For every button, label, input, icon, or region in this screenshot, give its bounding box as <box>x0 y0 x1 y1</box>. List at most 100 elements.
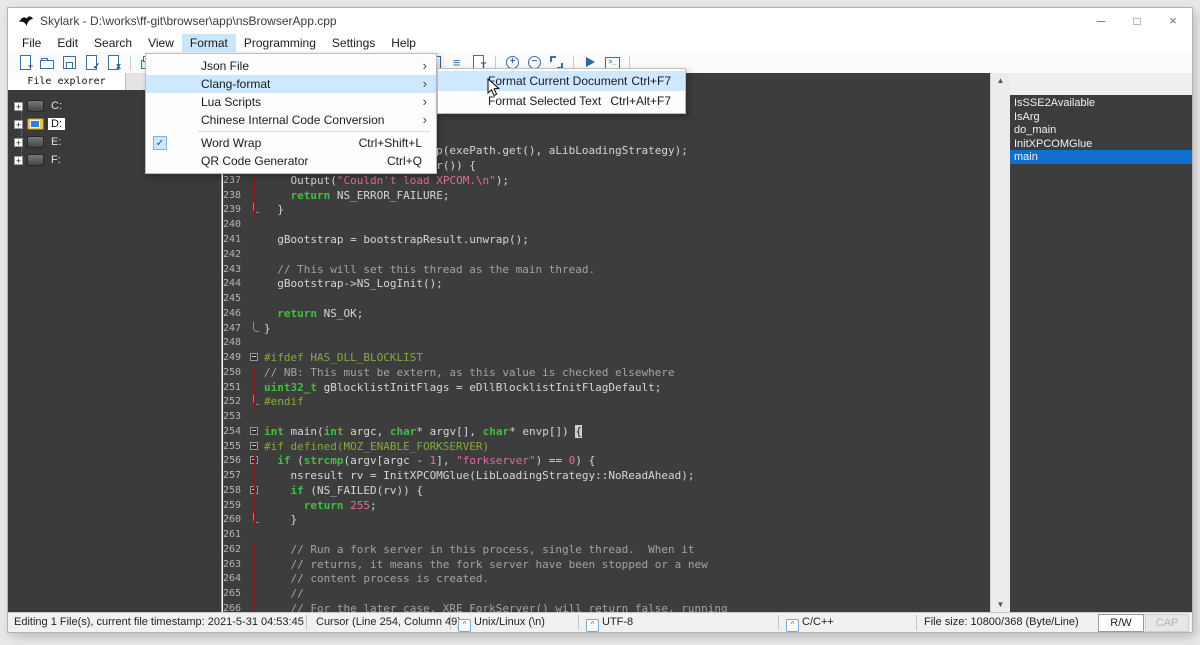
code-line-260[interactable]: 260 } <box>223 512 990 528</box>
code-line-257[interactable]: 257 nsresult rv = InitXPCOMGlue(LibLoadi… <box>223 468 990 484</box>
code-line-250[interactable]: 250 // NB: This must be extern, as this v… <box>223 364 990 380</box>
close-document-icon[interactable]: x <box>106 55 121 71</box>
menu-item-chinese-internal-code-conversion[interactable]: Chinese Internal Code Conversion › <box>146 111 436 129</box>
status-language[interactable]: ^ C/C++ <box>786 613 834 632</box>
code-line-244[interactable]: 244 gBootstrap->NS_LogInit(); <box>223 276 990 291</box>
maximize-icon[interactable]: □ <box>1120 8 1154 34</box>
open-folder-icon[interactable] <box>40 55 55 70</box>
menubar-item-settings[interactable]: Settings <box>324 34 383 52</box>
submenu-item-format-current-document[interactable]: Format Current Document Ctrl+F7 <box>438 71 685 91</box>
code-line-261[interactable]: 261 <box>223 527 990 542</box>
code-line-240[interactable]: 240 <box>223 217 990 232</box>
symbol-item-isarg[interactable]: IsArg <box>1010 110 1192 124</box>
code-line-246[interactable]: 246 return NS_OK; <box>223 306 990 321</box>
menu-item-qr-code-generator[interactable]: QR Code Generator Ctrl+Q <box>146 152 436 170</box>
tree-item-drive-e[interactable]: + E: <box>14 134 64 150</box>
caps-lock-indicator: CAP <box>1145 614 1189 632</box>
code-line-239[interactable]: 239 } <box>223 202 990 218</box>
code-line-248[interactable]: 248 <box>223 335 990 350</box>
drive-icon <box>27 154 44 166</box>
code-line-253[interactable]: 253 <box>223 409 990 424</box>
symbol-item-do-main[interactable]: do_main <box>1010 123 1192 137</box>
caret-box-icon: ^ <box>786 619 799 632</box>
code-text: // content process is created. <box>264 572 490 586</box>
editor-vertical-scrollbar[interactable]: ▲ ▼ <box>990 73 1010 612</box>
line-number: 252 <box>223 396 242 408</box>
symbol-item-issse2available[interactable]: IsSSE2Available <box>1010 96 1192 110</box>
code-line-247[interactable]: 247} <box>223 321 990 336</box>
fold-marker-icon[interactable] <box>250 426 258 435</box>
status-file-size: File size: 10800/368 (Byte/Line) <box>924 616 1079 628</box>
fold-marker-icon[interactable] <box>250 353 258 362</box>
code-text: // This will set this thread as the main… <box>264 262 596 276</box>
code-line-263[interactable]: 263 // returns, it means the fork server… <box>223 556 990 572</box>
drive-label: E: <box>51 136 62 148</box>
expand-icon[interactable]: + <box>14 119 23 129</box>
line-number: 262 <box>223 543 242 555</box>
menubar-item-edit[interactable]: Edit <box>49 34 86 52</box>
line-number: 245 <box>223 293 242 305</box>
expand-icon[interactable]: + <box>14 101 23 111</box>
code-line-243[interactable]: 243 // This will set this thread as the … <box>223 262 990 277</box>
menu-shortcut: Ctrl+F7 <box>631 74 671 88</box>
menubar-item-help[interactable]: Help <box>383 34 424 52</box>
line-number: 264 <box>223 573 242 585</box>
code-line-241[interactable]: 241 gBootstrap = bootstrapResult.unwrap(… <box>223 232 990 247</box>
save-file-icon[interactable] <box>62 55 77 70</box>
edit-document-icon[interactable]: ✓ <box>84 55 100 71</box>
code-line-238[interactable]: 238 return NS_ERROR_FAILURE; <box>223 187 990 203</box>
menubar-item-view[interactable]: View <box>140 34 182 52</box>
code-text: } <box>264 203 284 217</box>
menubar-item-search[interactable]: Search <box>86 34 140 52</box>
code-line-266[interactable]: 266 // For the later case, XRE_ForkServe… <box>223 601 990 612</box>
code-text: // For the later case, XRE_ForkServer() … <box>264 602 728 612</box>
new-file-icon[interactable]: + <box>18 55 33 71</box>
code-line-245[interactable]: 245 <box>223 291 990 306</box>
symbol-item-initxpcomglue[interactable]: InitXPCOMGlue <box>1010 137 1192 151</box>
submenu-item-format-selected-text[interactable]: Format Selected Text Ctrl+Alt+F7 <box>438 91 685 111</box>
code-line-242[interactable]: 242 <box>223 247 990 262</box>
expand-icon[interactable]: + <box>14 137 23 147</box>
code-line-258[interactable]: 258 if (NS_FAILED(rv)) { <box>223 482 990 498</box>
fold-marker-icon[interactable] <box>250 441 258 450</box>
tree-item-drive-c[interactable]: + C: <box>14 98 65 114</box>
read-write-toggle[interactable]: R/W <box>1098 614 1144 632</box>
scroll-down-icon[interactable]: ▼ <box>991 597 1010 612</box>
symbol-item-main[interactable]: main <box>1010 150 1192 164</box>
scroll-up-icon[interactable]: ▲ <box>991 73 1010 88</box>
line-number: 257 <box>223 470 242 482</box>
code-line-255[interactable]: 255 #if defined(MOZ_ENABLE_FORKSERVER) <box>223 439 990 454</box>
fold-end-icon <box>253 321 259 332</box>
code-line-259[interactable]: 259 return 255; <box>223 497 990 513</box>
tree-item-drive-d[interactable]: + D: <box>14 116 65 132</box>
menubar-item-file[interactable]: File <box>14 34 49 52</box>
code-text: gBootstrap = bootstrapResult.unwrap(); <box>264 233 529 246</box>
code-line-265[interactable]: 265 // <box>223 586 990 602</box>
menu-item-lua-scripts[interactable]: Lua Scripts › <box>146 93 436 111</box>
status-eol-mode[interactable]: ^ Unix/Linux (\n) <box>458 613 545 632</box>
code-line-249[interactable]: 249 #ifdef HAS_DLL_BLOCKLIST <box>223 350 990 365</box>
code-line-237[interactable]: 237 Output("Couldn't load XPCOM.\n"); <box>223 172 990 188</box>
clang-format-submenu: Format Current Document Ctrl+F7 Format Sel… <box>437 68 686 114</box>
code-text: return 255; <box>303 498 377 512</box>
symbol-list: IsSSE2Available IsArg do_main InitXPCOMGlue… <box>1010 95 1192 612</box>
expand-icon[interactable]: + <box>14 155 23 165</box>
change-marker <box>254 453 256 469</box>
status-cursor-position: Cursor (Line 254, Column 49) <box>316 616 461 628</box>
tree-item-drive-f[interactable]: + F: <box>14 152 64 168</box>
menubar-item-format[interactable]: Format <box>181 34 236 52</box>
code-line-262[interactable]: 262 // Run a fork server in this process… <box>223 541 990 557</box>
code-line-264[interactable]: 264 // content process is created. <box>223 571 990 587</box>
close-icon[interactable]: × <box>1156 8 1190 34</box>
code-line-256[interactable]: 256 if (strcmp(argv[argc - 1], "forkserv… <box>223 453 990 469</box>
code-line-251[interactable]: 251 uint32_t gBlocklistInitFlags = eDllBl… <box>223 379 990 395</box>
minimize-icon[interactable]: ─ <box>1084 8 1118 34</box>
menu-item-json-file[interactable]: Json File › <box>146 57 436 75</box>
tab-file-explorer[interactable]: File explorer <box>8 73 126 90</box>
menu-item-word-wrap[interactable]: ✓ Word Wrap Ctrl+Shift+L <box>146 134 436 152</box>
menu-item-clang-format[interactable]: Clang-format › <box>146 75 436 93</box>
code-line-254[interactable]: 254 int main(int argc, char* argv[], char… <box>223 424 990 439</box>
menubar-item-programming[interactable]: Programming <box>236 34 324 52</box>
code-line-252[interactable]: 252 #endif <box>223 394 990 410</box>
status-encoding[interactable]: ^ UTF-8 <box>586 613 633 632</box>
